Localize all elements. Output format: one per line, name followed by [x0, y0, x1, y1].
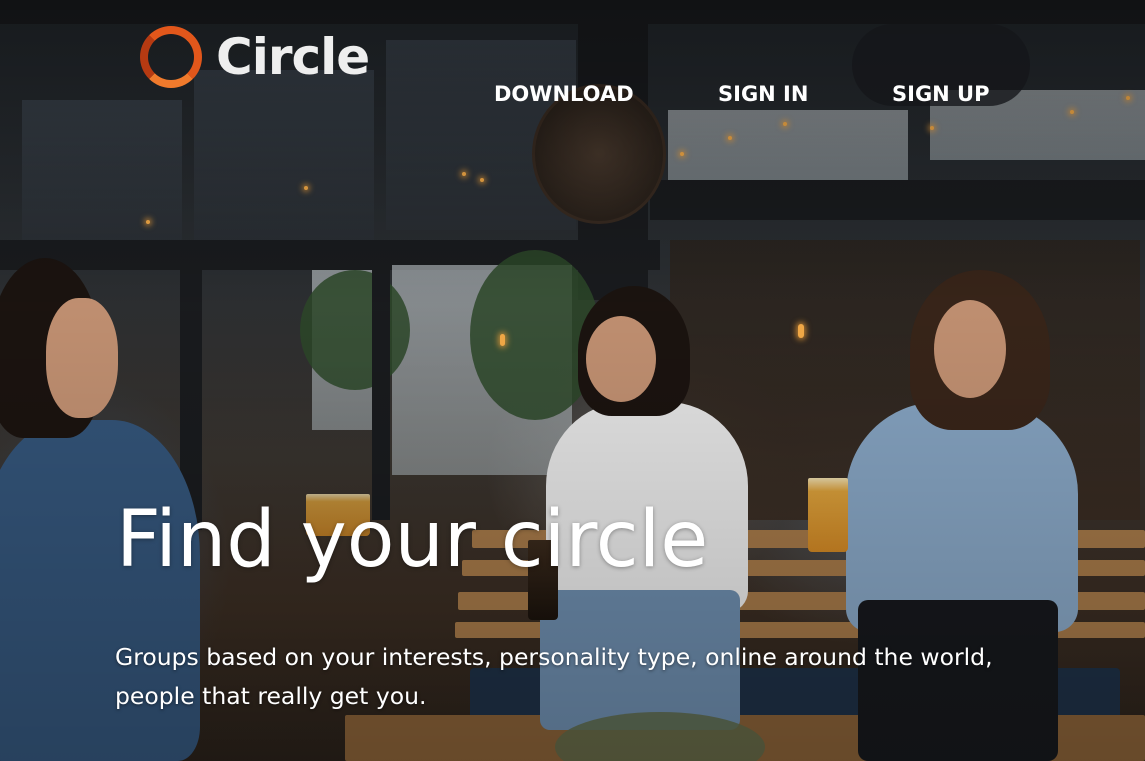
circle-logo-icon: [140, 26, 202, 88]
nav-download-link[interactable]: DOWNLOAD: [494, 53, 634, 135]
hero-subtext: Groups based on your interests, personal…: [115, 643, 993, 710]
sign-up-label[interactable]: SIGN UP: [892, 53, 990, 135]
brand-logo[interactable]: Circle: [140, 26, 370, 88]
hero-headline: Find your circle: [116, 495, 709, 585]
brand-name: Circle: [216, 28, 370, 86]
nav-sign-in-link[interactable]: SIGN IN: [718, 53, 808, 135]
